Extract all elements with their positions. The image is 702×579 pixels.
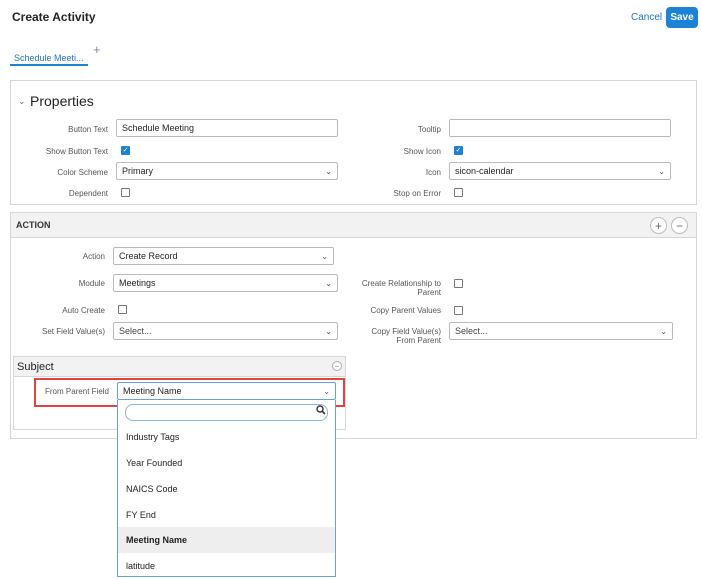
collapse-subject-button[interactable]: − <box>332 361 342 371</box>
color-scheme-label: Color Scheme <box>57 168 108 177</box>
show-button-text-checkbox[interactable]: ✓ <box>121 146 130 155</box>
copy-parent-values-label: Copy Parent Values <box>370 306 441 315</box>
dropdown-option[interactable]: FY End <box>118 502 335 528</box>
dropdown-option[interactable]: Year Founded <box>118 450 335 476</box>
copy-parent-values-checkbox[interactable] <box>454 306 463 315</box>
action-value: Create Record <box>119 251 178 261</box>
auto-create-label: Auto Create <box>62 306 105 315</box>
show-icon-label: Show Icon <box>403 147 441 156</box>
stop-on-error-label: Stop on Error <box>393 189 441 198</box>
search-icon <box>316 405 326 418</box>
chevron-down-icon: ⌄ <box>325 326 332 336</box>
save-button[interactable]: Save <box>666 7 698 28</box>
active-tab-indicator <box>10 64 88 66</box>
dropdown-option[interactable]: NAICS Code <box>118 476 335 502</box>
color-scheme-select[interactable]: Primary ⌄ <box>116 162 338 180</box>
stop-on-error-checkbox[interactable] <box>454 188 463 197</box>
icon-value: sicon-calendar <box>455 166 514 176</box>
dropdown-option-selected[interactable]: Meeting Name <box>118 527 335 553</box>
dropdown-option[interactable]: Industry Tags <box>118 424 335 450</box>
subject-header <box>13 356 346 377</box>
create-relationship-checkbox[interactable] <box>454 279 463 288</box>
add-tab-button[interactable]: + <box>93 42 101 57</box>
action-title: ACTION <box>16 220 51 230</box>
copy-field-values-label: Copy Field Value(s) From Parent <box>371 327 441 345</box>
icon-select[interactable]: sicon-calendar ⌄ <box>449 162 671 180</box>
chevron-down-icon: ⌄ <box>658 166 665 176</box>
action-label: Action <box>82 252 105 261</box>
page-title: Create Activity <box>12 10 96 24</box>
button-text-field[interactable]: Schedule Meeting <box>116 119 338 137</box>
button-text-label: Button Text <box>68 125 108 134</box>
button-text-value: Schedule Meeting <box>122 123 195 133</box>
chevron-down-icon: ⌄ <box>660 326 667 336</box>
copy-field-values-placeholder: Select... <box>455 326 488 336</box>
properties-title: Properties <box>30 93 94 109</box>
color-scheme-value: Primary <box>122 166 153 176</box>
show-icon-checkbox[interactable]: ✓ <box>454 146 463 155</box>
module-label: Module <box>78 279 105 288</box>
module-select[interactable]: Meetings ⌄ <box>113 274 338 292</box>
add-action-button[interactable]: + <box>650 217 667 234</box>
chevron-down-icon: ⌄ <box>325 278 332 288</box>
action-select[interactable]: Create Record ⌄ <box>113 247 334 265</box>
module-value: Meetings <box>119 278 156 288</box>
tooltip-label: Tooltip <box>417 125 441 134</box>
set-field-values-placeholder: Select... <box>119 326 152 336</box>
action-header <box>10 212 697 238</box>
dropdown-search-input[interactable] <box>125 404 328 421</box>
subject-title: Subject <box>17 361 54 373</box>
chevron-down-icon: ⌄ <box>325 166 332 176</box>
show-button-text-label: Show Button Text <box>45 147 108 156</box>
auto-create-checkbox[interactable] <box>118 305 127 314</box>
set-field-values-label: Set Field Value(s) <box>42 327 105 336</box>
cancel-button[interactable]: Cancel <box>631 12 662 23</box>
properties-panel <box>10 80 697 205</box>
create-relationship-label: Create Relationship to Parent <box>361 279 441 297</box>
tab-schedule-meeting[interactable]: Schedule Meeti... <box>14 53 84 63</box>
copy-field-values-select[interactable]: Select... ⌄ <box>449 322 673 340</box>
chevron-down-icon: ⌄ <box>321 251 328 261</box>
chevron-down-icon[interactable]: ⌄ <box>18 96 26 107</box>
icon-label: Icon <box>425 168 441 177</box>
set-field-values-select[interactable]: Select... ⌄ <box>113 322 338 340</box>
dependent-checkbox[interactable] <box>121 188 130 197</box>
tooltip-field[interactable] <box>449 119 671 137</box>
dependent-label: Dependent <box>68 189 108 198</box>
dropdown-option[interactable]: latitude <box>118 553 335 579</box>
remove-action-button[interactable]: − <box>671 217 688 234</box>
